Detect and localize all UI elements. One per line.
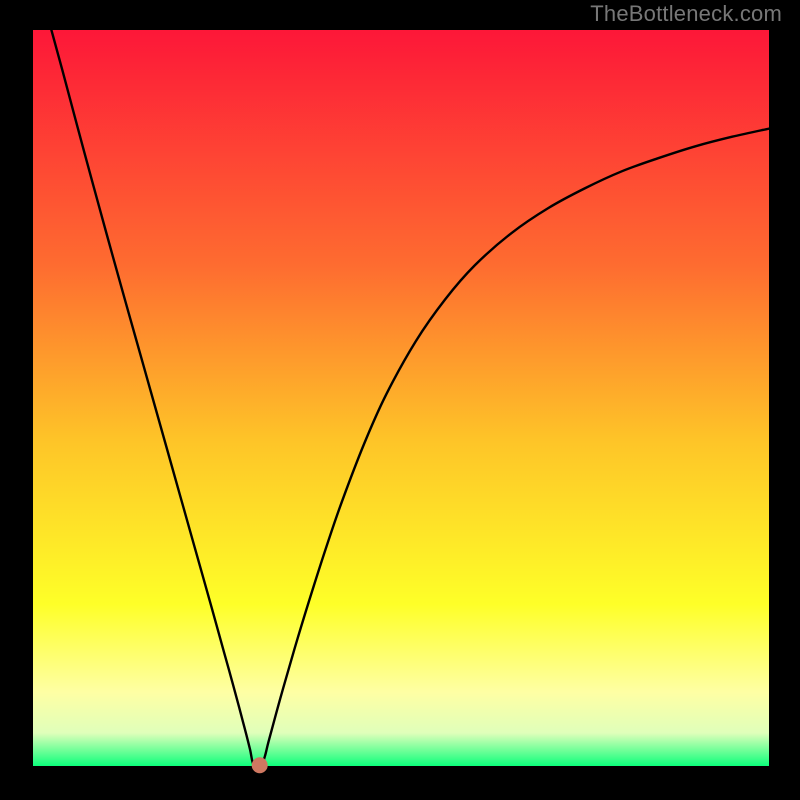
- watermark-text: TheBottleneck.com: [590, 1, 782, 27]
- bottleneck-chart: [0, 0, 800, 800]
- gradient-background: [33, 30, 769, 766]
- optimum-marker: [252, 757, 268, 773]
- chart-stage: TheBottleneck.com: [0, 0, 800, 800]
